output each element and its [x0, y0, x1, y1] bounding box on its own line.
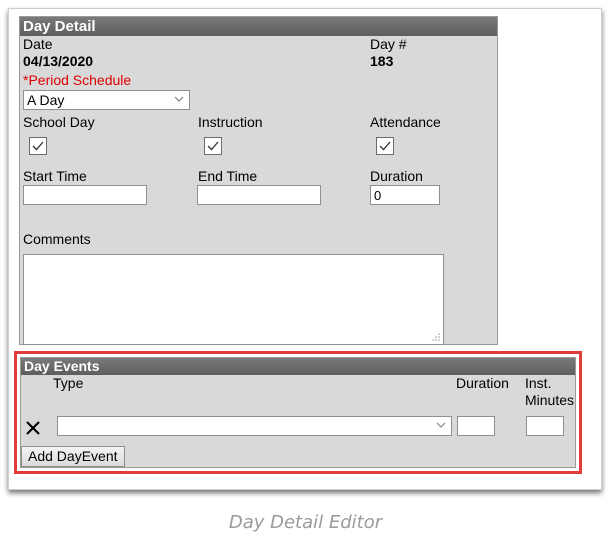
- comments-label: Comments: [23, 231, 91, 247]
- day-number-value: 183: [370, 53, 394, 69]
- instruction-checkbox[interactable]: [204, 137, 222, 155]
- duration-label: Duration: [370, 168, 423, 184]
- day-events-highlight: Day Events Type Duration Inst. Minutes A…: [14, 351, 582, 474]
- chevron-down-icon: [174, 96, 184, 102]
- add-day-event-button[interactable]: Add DayEvent: [21, 446, 125, 467]
- start-time-input[interactable]: [23, 185, 147, 205]
- day-events-header: Day Events: [21, 358, 575, 375]
- school-day-checkbox[interactable]: [29, 137, 47, 155]
- editor-frame: Day Detail Date 04/13/2020 Day # 183 *Pe…: [8, 8, 602, 490]
- day-events-panel: Day Events Type Duration Inst. Minutes A…: [20, 357, 576, 468]
- chevron-down-icon: [436, 422, 446, 428]
- duration-input[interactable]: [370, 185, 440, 205]
- event-duration-input[interactable]: [457, 416, 495, 436]
- checkmark-icon: [379, 141, 391, 151]
- checkmark-icon: [32, 141, 44, 151]
- figure-caption: Day Detail Editor: [228, 512, 383, 533]
- period-schedule-label: *Period Schedule: [23, 72, 132, 88]
- attendance-checkbox[interactable]: [376, 137, 394, 155]
- event-duration-label: Duration: [456, 375, 509, 391]
- event-minutes-input[interactable]: [526, 416, 564, 436]
- instruction-label: Instruction: [198, 114, 263, 130]
- event-inst-label: Inst.: [525, 375, 552, 391]
- date-label: Date: [23, 36, 53, 52]
- end-time-input[interactable]: [197, 185, 321, 205]
- day-number-label: Day #: [370, 36, 407, 52]
- period-schedule-select[interactable]: A Day: [23, 90, 190, 110]
- event-type-select[interactable]: [57, 416, 452, 436]
- attendance-label: Attendance: [370, 114, 441, 130]
- day-detail-panel: Day Detail Date 04/13/2020 Day # 183 *Pe…: [19, 16, 498, 345]
- event-type-label: Type: [53, 375, 84, 391]
- x-delete-icon[interactable]: [25, 420, 41, 436]
- event-minutes-label: Minutes: [525, 392, 575, 408]
- school-day-label: School Day: [23, 114, 95, 130]
- start-time-label: Start Time: [23, 168, 87, 184]
- comments-textarea[interactable]: [23, 254, 444, 345]
- checkmark-icon: [207, 141, 219, 151]
- date-value: 04/13/2020: [23, 53, 94, 69]
- period-schedule-selected: A Day: [27, 92, 65, 108]
- end-time-label: End Time: [198, 168, 258, 184]
- resize-grip-icon[interactable]: [431, 332, 441, 342]
- day-detail-header: Day Detail: [20, 17, 497, 36]
